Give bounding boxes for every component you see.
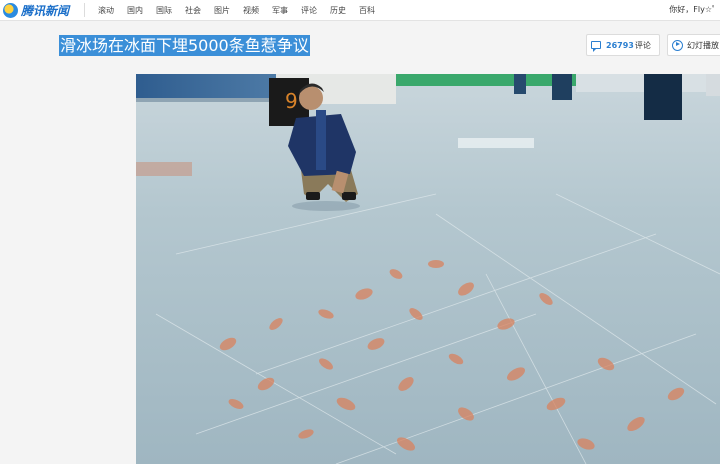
channel-nav: 滚动 国内 国际 社会 图片 视频 军事 评论 历史 百科 <box>98 0 388 20</box>
nav-item-commentary[interactable]: 评论 <box>301 5 317 16</box>
ice-rink-photo-illustration: 9 <box>136 74 720 464</box>
article-header: 滑冰场在冰面下埋5000条鱼惹争议 26793 评论 幻灯播放 <box>0 21 720 71</box>
svg-text:9: 9 <box>285 89 298 113</box>
tencent-logo-icon <box>3 2 18 18</box>
slideshow-label: 幻灯播放 <box>687 40 719 50</box>
nav-item-society[interactable]: 社会 <box>185 5 201 16</box>
play-icon <box>672 39 683 51</box>
comments-button[interactable]: 26793 评论 <box>586 34 660 56</box>
nav-divider <box>84 3 85 17</box>
nav-item-pictures[interactable]: 图片 <box>214 5 230 16</box>
slideshow-button[interactable]: 幻灯播放 <box>667 34 720 56</box>
nav-item-history[interactable]: 历史 <box>330 5 346 16</box>
nav-item-international[interactable]: 国际 <box>156 5 172 16</box>
site-logo[interactable]: 腾讯新闻 <box>3 1 69 19</box>
article-photo[interactable]: 9 <box>136 74 720 464</box>
comment-icon <box>591 41 601 52</box>
nav-item-military[interactable]: 军事 <box>272 5 288 16</box>
site-logo-text: 腾讯新闻 <box>21 3 70 18</box>
user-greeting[interactable]: 你好，Fly☆゜ <box>669 4 720 15</box>
comment-count: 26793 <box>606 40 634 50</box>
nav-item-domestic[interactable]: 国内 <box>127 5 143 16</box>
comment-label: 评论 <box>634 40 651 50</box>
top-navigation-bar: 腾讯新闻 滚动 国内 国际 社会 图片 视频 军事 评论 历史 百科 你好，Fl… <box>0 0 720 21</box>
article-title: 滑冰场在冰面下埋5000条鱼惹争议 <box>59 35 310 56</box>
nav-item-video[interactable]: 视频 <box>243 5 259 16</box>
nav-item-encyclopedia[interactable]: 百科 <box>359 5 375 16</box>
nav-item-scroll[interactable]: 滚动 <box>98 5 114 16</box>
